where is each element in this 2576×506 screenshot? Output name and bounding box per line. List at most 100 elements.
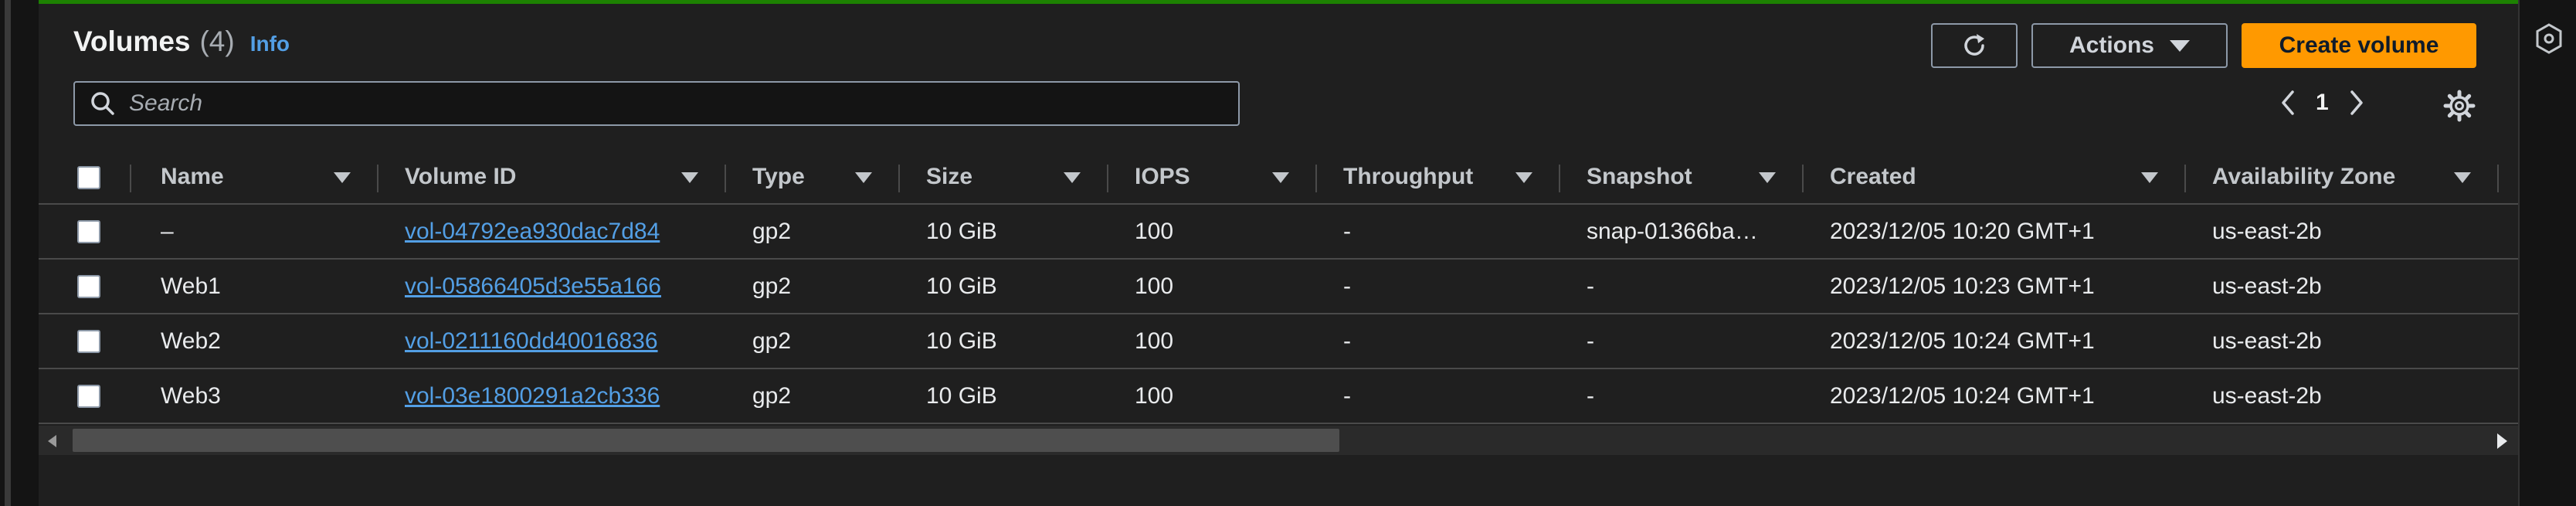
column-header-iops[interactable]: IOPS: [1135, 151, 1190, 203]
column-header-availability-zone[interactable]: Availability Zone: [2212, 151, 2395, 203]
cell-availability-zone: us-east-2b: [2212, 328, 2322, 354]
cell-type: gp2: [752, 218, 792, 244]
column-divider[interactable]: [377, 165, 378, 192]
column-divider[interactable]: [1107, 165, 1108, 192]
cell-type: gp2: [752, 382, 792, 409]
volume-id-link[interactable]: vol-04792ea930dac7d84: [405, 205, 660, 258]
cell-snapshot: -: [1587, 273, 1594, 299]
cell-throughput: -: [1343, 273, 1351, 299]
gear-icon[interactable]: [2442, 89, 2476, 123]
cell-throughput: -: [1343, 218, 1351, 244]
column-divider[interactable]: [725, 165, 726, 192]
column-divider[interactable]: [1559, 165, 1560, 192]
column-header-type[interactable]: Type: [752, 151, 805, 203]
cell-created: 2023/12/05 10:20 GMT+1: [1830, 218, 2095, 244]
right-side-edge: [2518, 0, 2520, 506]
cell-size: 10 GiB: [926, 218, 997, 244]
search-icon: [91, 92, 114, 115]
cell-iops: 100: [1135, 328, 1174, 354]
search-input[interactable]: [127, 90, 1238, 117]
cell-size: 10 GiB: [926, 382, 997, 409]
cell-snapshot: -: [1587, 328, 1594, 354]
cell-created: 2023/12/05 10:24 GMT+1: [1830, 328, 2095, 354]
cell-type: gp2: [752, 328, 792, 354]
column-divider[interactable]: [2497, 165, 2499, 192]
cell-availability-zone: us-east-2b: [2212, 218, 2322, 244]
column-header-size[interactable]: Size: [926, 151, 972, 203]
cloudshell-hex-icon[interactable]: [2535, 23, 2563, 54]
column-divider[interactable]: [2184, 165, 2186, 192]
select-all-checkbox[interactable]: [77, 166, 100, 189]
chevron-left-icon[interactable]: [2279, 87, 2297, 118]
current-page-number[interactable]: 1: [2316, 90, 2329, 116]
horizontal-scrollbar[interactable]: [39, 426, 2518, 455]
cell-throughput: -: [1343, 328, 1351, 354]
cell-size: 10 GiB: [926, 328, 997, 354]
left-nav-edge: [5, 0, 11, 506]
actions-dropdown[interactable]: Actions: [2031, 23, 2228, 68]
table-row[interactable]: Web2 vol-0211160dd40016836 gp2 10 GiB 10…: [39, 314, 2518, 369]
search-bar[interactable]: [73, 81, 1240, 126]
column-header-volume-id[interactable]: Volume ID: [405, 151, 516, 203]
cell-snapshot: -: [1587, 382, 1594, 409]
cell-iops: 100: [1135, 273, 1174, 299]
table-row[interactable]: – vol-04792ea930dac7d84 gp2 10 GiB 100 -…: [39, 205, 2518, 260]
sort-caret-icon[interactable]: [855, 172, 872, 183]
table-row[interactable]: Web3 vol-03e1800291a2cb336 gp2 10 GiB 10…: [39, 369, 2518, 424]
cell-created: 2023/12/05 10:24 GMT+1: [1830, 382, 2095, 409]
cell-iops: 100: [1135, 382, 1174, 409]
column-header-snapshot[interactable]: Snapshot: [1587, 151, 1692, 203]
volume-id-link[interactable]: vol-05866405d3e55a166: [405, 260, 661, 313]
column-divider[interactable]: [1315, 165, 1317, 192]
volume-id-link[interactable]: vol-0211160dd40016836: [405, 314, 658, 368]
column-divider[interactable]: [1802, 165, 1804, 192]
panel-header: Volumes (4) Info: [73, 25, 290, 58]
cell-availability-zone: us-east-2b: [2212, 273, 2322, 299]
cell-created: 2023/12/05 10:23 GMT+1: [1830, 273, 2095, 299]
cell-name: –: [161, 218, 174, 244]
sort-caret-icon[interactable]: [1064, 172, 1081, 183]
row-checkbox[interactable]: [77, 275, 100, 298]
sort-caret-icon[interactable]: [1272, 172, 1289, 183]
volumes-table: Name Volume ID Type Size IOPS Throughput…: [39, 151, 2518, 455]
scroll-right-arrow-icon[interactable]: [2497, 433, 2507, 449]
cell-size: 10 GiB: [926, 273, 997, 299]
table-row[interactable]: Web1 vol-05866405d3e55a166 gp2 10 GiB 10…: [39, 260, 2518, 314]
sort-caret-icon[interactable]: [681, 172, 698, 183]
row-checkbox[interactable]: [77, 220, 100, 243]
scrollbar-thumb[interactable]: [73, 429, 1339, 452]
row-checkbox[interactable]: [77, 385, 100, 408]
column-header-throughput[interactable]: Throughput: [1343, 151, 1473, 203]
sort-caret-icon[interactable]: [1759, 172, 1776, 183]
volume-id-link[interactable]: vol-03e1800291a2cb336: [405, 369, 660, 423]
page-title: Volumes: [73, 25, 191, 57]
cell-throughput: -: [1343, 382, 1351, 409]
pagination: 1: [2279, 87, 2366, 118]
volume-count: (4): [199, 25, 235, 57]
refresh-icon: [1964, 34, 1984, 56]
info-link[interactable]: Info: [250, 32, 290, 56]
column-divider[interactable]: [130, 165, 131, 192]
column-divider[interactable]: [898, 165, 900, 192]
chevron-right-icon[interactable]: [2347, 87, 2366, 118]
table-header-row: Name Volume ID Type Size IOPS Throughput…: [39, 151, 2518, 205]
cell-iops: 100: [1135, 218, 1174, 244]
actions-label: Actions: [2069, 32, 2154, 58]
create-volume-button[interactable]: Create volume: [2242, 23, 2476, 68]
cell-name: Web1: [161, 273, 221, 299]
column-header-created[interactable]: Created: [1830, 151, 1916, 203]
column-header-name[interactable]: Name: [161, 151, 224, 203]
sort-caret-icon[interactable]: [334, 172, 351, 183]
cell-name: Web3: [161, 382, 221, 409]
row-checkbox[interactable]: [77, 330, 100, 353]
scroll-left-arrow-icon[interactable]: [48, 435, 56, 447]
refresh-button[interactable]: [1931, 23, 2018, 68]
cell-snapshot: snap-01366ba…: [1587, 218, 1758, 244]
cell-availability-zone: us-east-2b: [2212, 382, 2322, 409]
left-nav-strip: [0, 0, 39, 506]
right-side-strip: [2518, 0, 2576, 506]
cell-name: Web2: [161, 328, 221, 354]
sort-caret-icon[interactable]: [2141, 172, 2158, 183]
sort-caret-icon[interactable]: [1515, 172, 1532, 183]
sort-caret-icon[interactable]: [2454, 172, 2471, 183]
